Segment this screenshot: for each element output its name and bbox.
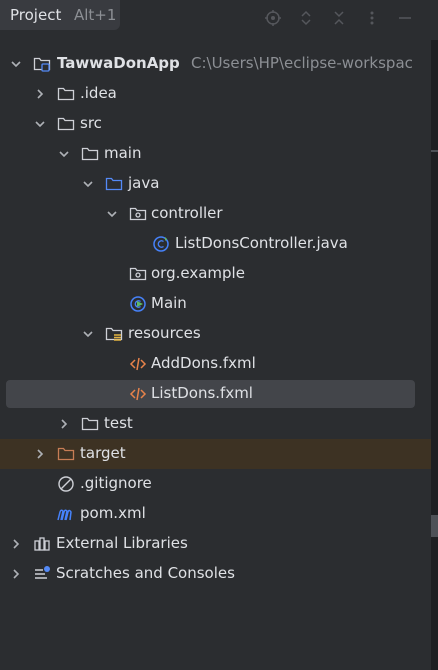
chevron-down-icon[interactable]: [57, 147, 71, 161]
tree-item-label: controller: [151, 204, 223, 222]
tree-item-label: .idea: [80, 84, 117, 102]
tree-item-label: ListDonsController.java: [175, 234, 348, 252]
chevron-right-icon[interactable]: [57, 417, 71, 431]
tree-item-label: target: [80, 444, 126, 462]
tree-item-adddons-fxml[interactable]: AddDons.fxml: [0, 349, 431, 379]
package-icon: [129, 265, 147, 283]
java-class-icon: [129, 295, 147, 313]
chevron-down-icon[interactable]: [33, 117, 47, 131]
tree-item-main-class[interactable]: Main: [0, 289, 431, 319]
chevron-right-icon[interactable]: [33, 447, 47, 461]
tree-item-test[interactable]: test: [0, 409, 431, 439]
folder-icon: [57, 85, 75, 103]
tool-window-title[interactable]: Project: [10, 6, 61, 24]
tree-item-label: .gitignore: [80, 474, 152, 492]
tree-item-main[interactable]: main: [0, 139, 431, 169]
tree-item-tawwadonapp[interactable]: TawwaDonApp C:\Users\HP\eclipse-workspac: [0, 49, 431, 79]
folder-icon: [81, 415, 99, 433]
chevron-down-icon[interactable]: [81, 327, 95, 341]
chevron-down-icon[interactable]: [105, 207, 119, 221]
tree-item-pom-xml[interactable]: pom.xml: [0, 499, 431, 529]
hide-icon[interactable]: [396, 9, 414, 27]
tree-item-label: org.example: [151, 264, 245, 282]
tree-item-external-libraries[interactable]: External Libraries: [0, 529, 431, 559]
tool-window-header: Project Alt+1: [0, 0, 438, 34]
folder-icon: [81, 145, 99, 163]
tree-item-label: External Libraries: [56, 534, 188, 552]
options-icon[interactable]: [363, 9, 381, 27]
tree-item-label: test: [104, 414, 133, 432]
tree-item-label: ListDons.fxml: [151, 384, 253, 402]
tree-item-scratches-and-consoles[interactable]: Scratches and Consoles: [0, 559, 431, 589]
editor-edge-marker: [431, 150, 438, 152]
tree-item-java[interactable]: java: [0, 169, 431, 199]
tree-item-label: AddDons.fxml: [151, 354, 256, 372]
chevron-right-icon[interactable]: [33, 87, 47, 101]
chevron-right-icon[interactable]: [9, 537, 23, 551]
tree-item-label: Scratches and Consoles: [56, 564, 235, 582]
locate-file-icon[interactable]: [264, 9, 282, 27]
scratches-icon: [33, 565, 51, 583]
tree-item-listdonscontroller[interactable]: ListDonsController.java: [0, 229, 431, 259]
tree-item-idea[interactable]: .idea: [0, 79, 431, 109]
chevron-down-icon[interactable]: [81, 177, 95, 191]
fxml-file-icon: [129, 385, 147, 403]
tree-item-label: java: [128, 174, 160, 192]
project-path: C:\Users\HP\eclipse-workspac: [191, 54, 413, 72]
chevron-down-icon[interactable]: [9, 57, 23, 71]
maven-icon: [56, 505, 74, 523]
libraries-icon: [33, 535, 51, 553]
collapse-all-icon[interactable]: [330, 9, 348, 27]
resources-folder-icon: [105, 325, 123, 343]
package-icon: [129, 205, 147, 223]
tree-item-label: main: [104, 144, 142, 162]
tree-item-label: TawwaDonApp: [57, 54, 180, 72]
module-folder-icon: [33, 55, 51, 73]
tree-item-label: resources: [128, 324, 201, 342]
editor-edge-marker: [431, 515, 438, 537]
java-class-icon: [152, 235, 170, 253]
source-folder-icon: [105, 175, 123, 193]
tool-window-shortcut: Alt+1: [74, 6, 117, 24]
tree-item-org-example[interactable]: org.example: [0, 259, 431, 289]
tree-item-resources[interactable]: resources: [0, 319, 431, 349]
tree-item-src[interactable]: src: [0, 109, 431, 139]
tree-item-label: Main: [151, 294, 187, 312]
gitignore-icon: [57, 475, 75, 493]
tree-item-target[interactable]: target: [0, 439, 431, 469]
editor-edge: [431, 40, 438, 670]
tree-item-listdons-fxml[interactable]: ListDons.fxml: [0, 379, 431, 409]
folder-icon: [57, 115, 75, 133]
fxml-file-icon: [129, 355, 147, 373]
chevron-right-icon[interactable]: [9, 567, 23, 581]
tree-item-gitignore[interactable]: .gitignore: [0, 469, 431, 499]
excluded-folder-icon: [57, 445, 75, 463]
tree-item-controller[interactable]: controller: [0, 199, 431, 229]
tree-item-label: pom.xml: [80, 504, 146, 522]
tree-item-label: src: [80, 114, 102, 132]
expand-all-icon[interactable]: [297, 9, 315, 27]
